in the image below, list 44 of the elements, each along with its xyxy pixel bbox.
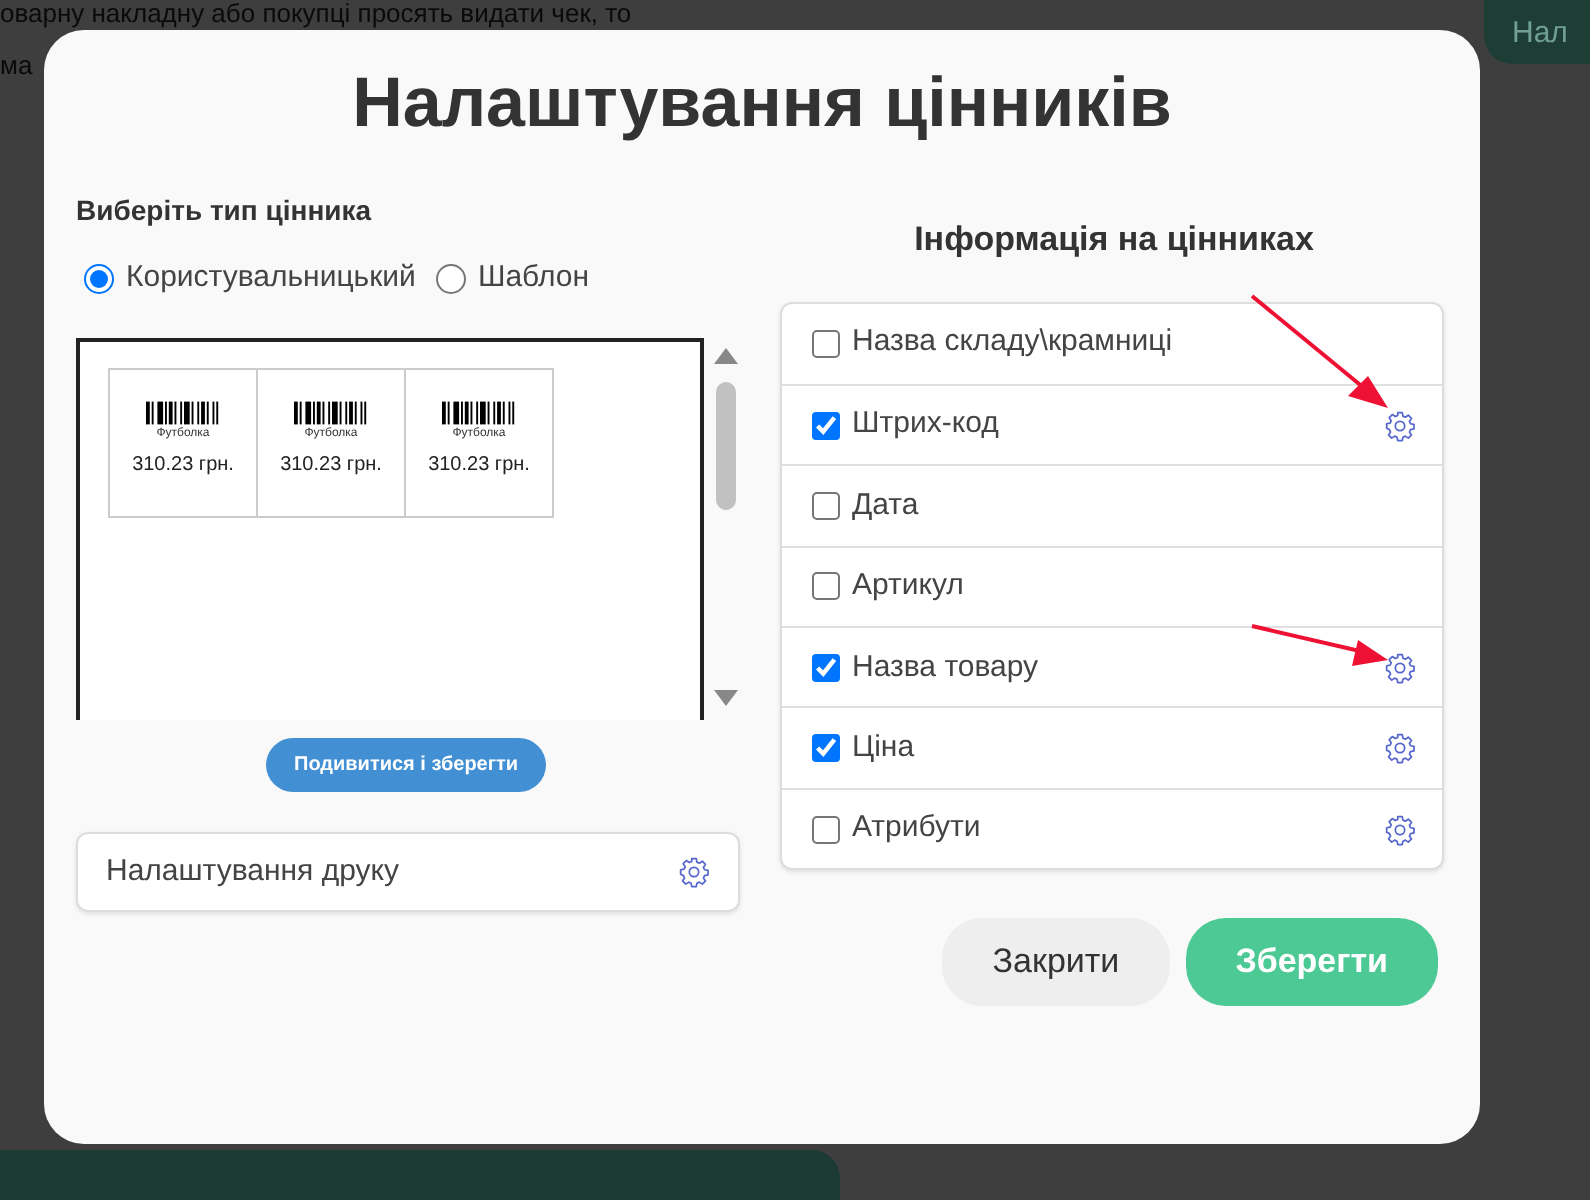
info-item[interactable]: Артикул xyxy=(782,545,1442,627)
close-button[interactable]: Закрити xyxy=(942,918,1170,1007)
checkbox[interactable] xyxy=(812,653,840,682)
checkbox[interactable] xyxy=(812,572,840,601)
info-item[interactable]: Назва складу\крамниці xyxy=(782,303,1442,384)
scroll-down-icon[interactable] xyxy=(714,689,738,706)
section-label: Виберіть тип цінника xyxy=(76,192,374,230)
item-label: Дата xyxy=(852,485,919,526)
scroll-thumb[interactable] xyxy=(716,381,736,510)
print-settings-row[interactable]: Налаштування друку xyxy=(76,831,740,912)
section-title: Інформація на цінниках xyxy=(912,218,1316,262)
print-settings-label: Налаштування друку xyxy=(106,851,399,891)
info-item[interactable]: Ціна xyxy=(782,706,1442,788)
barcode-icon xyxy=(145,399,221,426)
barcode-icon xyxy=(441,399,517,426)
settings-icon[interactable] xyxy=(1384,409,1416,442)
checkbox[interactable] xyxy=(812,411,840,440)
item-label: Назва товару xyxy=(852,647,1039,687)
settings-icon[interactable] xyxy=(678,855,710,888)
item-label: Артикул xyxy=(852,566,964,607)
dialog-title: Налаштування цінників xyxy=(350,62,1174,146)
product-price: 310.23 грн. xyxy=(280,451,382,480)
scroll-up-icon[interactable] xyxy=(714,347,738,364)
info-item[interactable]: Дата xyxy=(782,464,1442,546)
settings-icon[interactable] xyxy=(1384,813,1416,846)
product-price: 310.23 грн. xyxy=(428,451,530,480)
settings-icon[interactable] xyxy=(1384,651,1416,684)
radio-option[interactable]: Шаблон xyxy=(435,256,590,301)
product-price: 310.23 грн. xyxy=(132,451,234,480)
background-button[interactable]: Нал xyxy=(1484,0,1590,64)
item-label: Ціна xyxy=(852,727,915,768)
radio-button[interactable] xyxy=(84,263,114,294)
settings-icon[interactable] xyxy=(1384,732,1416,765)
radio-option[interactable]: Користувальницький xyxy=(84,256,416,301)
checkbox[interactable] xyxy=(812,815,840,844)
item-label: Штрих-код xyxy=(852,404,999,445)
radio-button[interactable] xyxy=(435,263,466,294)
checkbox[interactable] xyxy=(812,734,840,763)
barcode-icon xyxy=(293,399,369,426)
item-label: Назва складу\крамниці xyxy=(852,322,1173,363)
info-item[interactable]: Атрибути xyxy=(782,787,1442,869)
checkbox[interactable] xyxy=(812,491,840,520)
checkbox[interactable] xyxy=(812,329,840,358)
item-label: Атрибути xyxy=(852,808,981,849)
